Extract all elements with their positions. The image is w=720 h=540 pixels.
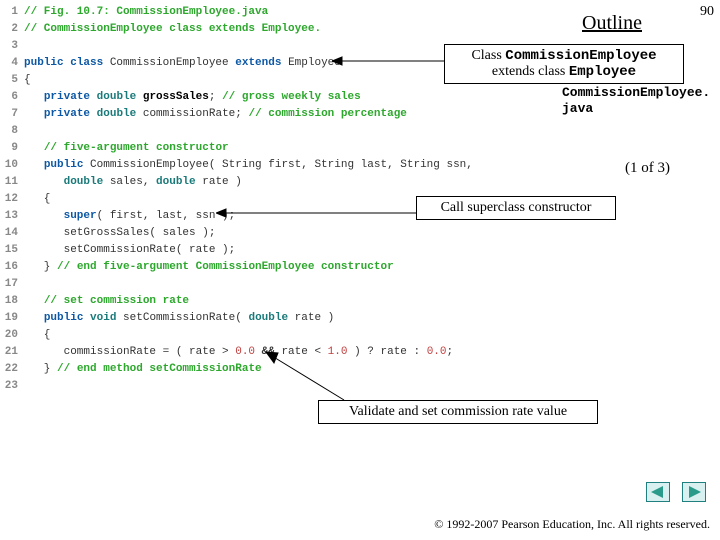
code-line: 16 } // end five-argument CommissionEmpl… bbox=[4, 259, 473, 276]
code-line: 9 // five-argument constructor bbox=[4, 140, 473, 157]
code-line: 10 public CommissionEmployee( String fir… bbox=[4, 157, 473, 174]
code-content: public CommissionEmployee( String first,… bbox=[24, 157, 473, 174]
outline-heading: Outline bbox=[582, 12, 642, 35]
line-number: 21 bbox=[4, 344, 24, 361]
line-number: 3 bbox=[4, 38, 24, 55]
line-number: 11 bbox=[4, 174, 24, 191]
line-number: 4 bbox=[4, 55, 24, 72]
line-number: 22 bbox=[4, 361, 24, 378]
code-content: double sales, double rate ) bbox=[24, 174, 242, 191]
code-line: 6 private double grossSales; // gross we… bbox=[4, 89, 473, 106]
callout-text: Class bbox=[471, 48, 505, 63]
page-indicator: (1 of 3) bbox=[625, 160, 670, 177]
line-number: 13 bbox=[4, 208, 24, 225]
callout-mono: Employee bbox=[569, 64, 636, 80]
callout-text: Call superclass constructor bbox=[441, 200, 592, 215]
file-label: CommissionEmployee. java bbox=[562, 85, 712, 117]
code-content: public class CommissionEmployee extends … bbox=[24, 55, 341, 72]
triangle-left-icon bbox=[651, 486, 665, 498]
code-content: { bbox=[24, 327, 50, 344]
code-line: 18 // set commission rate bbox=[4, 293, 473, 310]
copyright: © 1992-2007 Pearson Education, Inc. All … bbox=[434, 517, 710, 532]
line-number: 5 bbox=[4, 72, 24, 89]
callout-mono: CommissionEmployee bbox=[505, 48, 656, 64]
line-number: 12 bbox=[4, 191, 24, 208]
code-content: setCommissionRate( rate ); bbox=[24, 242, 235, 259]
arrow-super bbox=[216, 204, 420, 222]
next-button[interactable] bbox=[682, 482, 706, 502]
code-content: { bbox=[24, 72, 31, 89]
code-content: { bbox=[24, 191, 50, 208]
line-number: 6 bbox=[4, 89, 24, 106]
line-number: 15 bbox=[4, 242, 24, 259]
code-content: private double commissionRate; // commis… bbox=[24, 106, 407, 123]
line-number: 9 bbox=[4, 140, 24, 157]
code-line: 14 setGrossSales( sales ); bbox=[4, 225, 473, 242]
arrow-validate bbox=[264, 350, 354, 408]
code-content: setGrossSales( sales ); bbox=[24, 225, 215, 242]
callout-text: Validate and set commission rate value bbox=[349, 404, 567, 419]
line-number: 19 bbox=[4, 310, 24, 327]
line-number: 17 bbox=[4, 276, 24, 293]
code-content: super( first, last, ssn ); bbox=[24, 208, 235, 225]
triangle-right-icon bbox=[687, 486, 701, 498]
code-content: // CommissionEmployee class extends Empl… bbox=[24, 21, 321, 38]
line-number: 18 bbox=[4, 293, 24, 310]
code-line: 15 setCommissionRate( rate ); bbox=[4, 242, 473, 259]
code-content: commissionRate = ( rate > 0.0 && rate < … bbox=[24, 344, 453, 361]
callout-validate: Validate and set commission rate value bbox=[318, 400, 598, 424]
page-number: 90 bbox=[700, 4, 714, 20]
line-number: 1 bbox=[4, 4, 24, 21]
callout-extends: Class CommissionEmployee extends class E… bbox=[444, 44, 684, 84]
code-content: } // end method setCommissionRate bbox=[24, 361, 262, 378]
code-line: 17 bbox=[4, 276, 473, 293]
code-line: 7 private double commissionRate; // comm… bbox=[4, 106, 473, 123]
code-line: 1// Fig. 10.7: CommissionEmployee.java bbox=[4, 4, 473, 21]
line-number: 7 bbox=[4, 106, 24, 123]
code-content: private double grossSales; // gross week… bbox=[24, 89, 361, 106]
code-line: 23 bbox=[4, 378, 473, 395]
line-number: 16 bbox=[4, 259, 24, 276]
code-content: public void setCommissionRate( double ra… bbox=[24, 310, 334, 327]
code-line: 11 double sales, double rate ) bbox=[4, 174, 473, 191]
line-number: 2 bbox=[4, 21, 24, 38]
code-content: } // end five-argument CommissionEmploye… bbox=[24, 259, 394, 276]
code-line: 5{ bbox=[4, 72, 473, 89]
line-number: 10 bbox=[4, 157, 24, 174]
nav-controls bbox=[646, 482, 706, 502]
prev-button[interactable] bbox=[646, 482, 670, 502]
file-label-line2: java bbox=[562, 101, 593, 116]
callout-text: extends class bbox=[492, 64, 569, 79]
code-content: // five-argument constructor bbox=[24, 140, 229, 157]
code-line: 8 bbox=[4, 123, 473, 140]
code-content: // Fig. 10.7: CommissionEmployee.java bbox=[24, 4, 268, 21]
code-line: 19 public void setCommissionRate( double… bbox=[4, 310, 473, 327]
line-number: 8 bbox=[4, 123, 24, 140]
arrow-extends bbox=[332, 52, 452, 70]
code-content: // set commission rate bbox=[24, 293, 189, 310]
code-line: 21 commissionRate = ( rate > 0.0 && rate… bbox=[4, 344, 473, 361]
file-label-line1: CommissionEmployee. bbox=[562, 85, 710, 100]
line-number: 20 bbox=[4, 327, 24, 344]
code-line: 20 { bbox=[4, 327, 473, 344]
line-number: 23 bbox=[4, 378, 24, 395]
code-line: 22 } // end method setCommissionRate bbox=[4, 361, 473, 378]
code-line: 2// CommissionEmployee class extends Emp… bbox=[4, 21, 473, 38]
line-number: 14 bbox=[4, 225, 24, 242]
callout-super: Call superclass constructor bbox=[416, 196, 616, 220]
